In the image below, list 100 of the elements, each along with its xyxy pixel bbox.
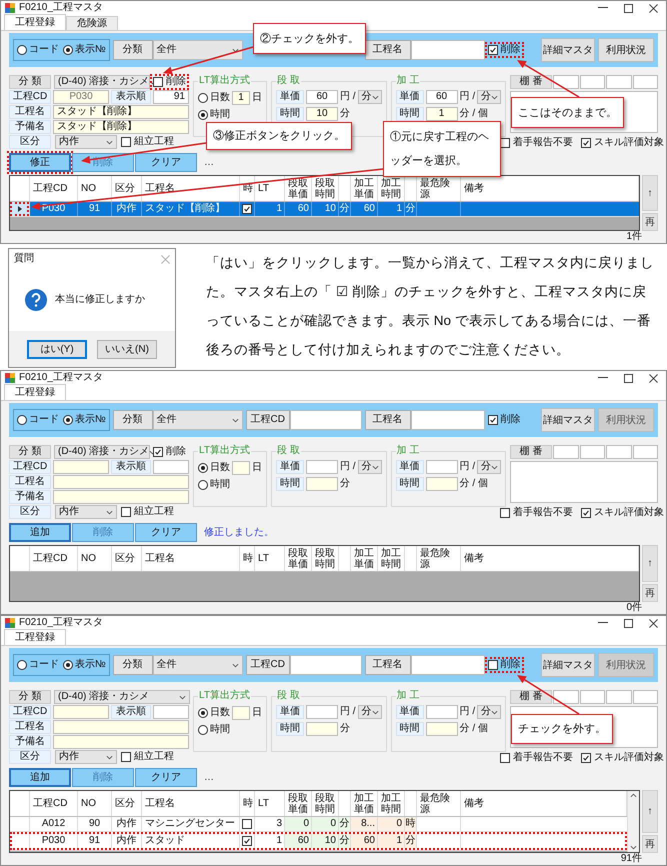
tab[interactable]: 工程登録 xyxy=(4,384,66,400)
input-field[interactable]: 60 xyxy=(306,90,338,104)
input-field[interactable] xyxy=(53,460,109,474)
checkbox[interactable] xyxy=(153,447,163,457)
side-button[interactable]: 再 xyxy=(642,584,658,602)
minimize-icon[interactable] xyxy=(598,7,608,9)
input-field[interactable]: スタッド【削除】 xyxy=(53,120,189,134)
input-field[interactable] xyxy=(306,722,338,736)
checkbox[interactable] xyxy=(500,753,510,763)
input-field[interactable] xyxy=(580,690,606,704)
checkbox[interactable] xyxy=(121,137,131,147)
input-field[interactable] xyxy=(306,460,338,474)
checkbox[interactable] xyxy=(242,204,252,214)
tab[interactable]: 危険源 xyxy=(66,16,118,30)
dropdown[interactable]: 分 xyxy=(358,90,382,104)
input-field[interactable] xyxy=(426,477,458,491)
tab[interactable]: 工程登録 xyxy=(4,14,66,30)
input-field[interactable] xyxy=(410,655,485,675)
checkbox[interactable] xyxy=(121,752,131,762)
side-button[interactable]: ↑ xyxy=(642,175,658,211)
input-field[interactable] xyxy=(632,445,658,459)
memo-field[interactable] xyxy=(510,461,658,503)
side-button[interactable]: 再 xyxy=(642,835,658,853)
input-field[interactable]: P030 xyxy=(53,90,109,104)
radio-button[interactable] xyxy=(198,480,208,490)
input-field[interactable] xyxy=(290,655,362,675)
dropdown[interactable]: 分 xyxy=(358,705,382,719)
input-field[interactable] xyxy=(580,75,606,89)
radio-button[interactable] xyxy=(198,725,208,735)
checkbox[interactable] xyxy=(242,836,252,846)
close-icon[interactable] xyxy=(649,374,658,382)
input-field[interactable] xyxy=(53,475,189,489)
dropdown[interactable]: 内作 xyxy=(55,135,117,149)
input-field[interactable] xyxy=(426,460,458,474)
dropdown[interactable]: 全件 xyxy=(152,410,243,430)
input-field[interactable] xyxy=(606,690,632,704)
input-field[interactable] xyxy=(410,410,485,430)
tab[interactable]: 工程登録 xyxy=(4,629,66,645)
input-field[interactable]: スタッド【削除】 xyxy=(53,105,189,119)
dropdown[interactable]: 分 xyxy=(477,460,502,474)
input-field[interactable] xyxy=(53,705,109,719)
input-field[interactable] xyxy=(426,705,458,719)
dialog-button[interactable]: いいえ(N) xyxy=(97,340,157,358)
action-button[interactable]: 修正 xyxy=(9,152,71,172)
action-button[interactable]: クリア xyxy=(135,768,197,786)
dropdown[interactable]: 分 xyxy=(477,705,502,719)
input-field[interactable] xyxy=(290,410,362,430)
checkbox[interactable] xyxy=(500,138,510,148)
close-icon[interactable] xyxy=(649,4,658,12)
minimize-icon[interactable] xyxy=(598,377,608,379)
input-field[interactable] xyxy=(606,445,632,459)
input-field[interactable] xyxy=(306,705,338,719)
input-field[interactable] xyxy=(306,477,338,491)
input-field[interactable]: 1 xyxy=(426,107,458,121)
dialog-button[interactable]: はい(Y) xyxy=(27,340,87,358)
side-button[interactable]: ↑ xyxy=(642,545,658,582)
maximize-icon[interactable] xyxy=(624,4,633,12)
input-field[interactable] xyxy=(53,720,189,734)
checkbox[interactable] xyxy=(488,415,498,425)
dropdown[interactable]: (D-40) 溶接・カシメ xyxy=(54,690,190,704)
radio-button[interactable] xyxy=(198,463,208,473)
input-field[interactable] xyxy=(553,445,579,459)
toolbar-button[interactable]: 詳細マスタ xyxy=(541,653,595,677)
checkbox[interactable] xyxy=(500,508,510,518)
input-field[interactable] xyxy=(632,75,658,89)
input-field[interactable] xyxy=(553,75,579,89)
input-field[interactable] xyxy=(632,690,658,704)
table-row[interactable]: A012 90 内作 マシニングセンター 3 0 0 分 8... 0 時 xyxy=(10,817,627,832)
input-field[interactable] xyxy=(606,75,632,89)
checkbox[interactable] xyxy=(581,508,592,518)
checkbox[interactable] xyxy=(121,507,131,517)
side-button[interactable]: ↑ xyxy=(642,790,658,833)
input-field[interactable]: 91 xyxy=(153,90,189,104)
input-field[interactable] xyxy=(153,460,189,474)
scroll-down-icon[interactable] xyxy=(630,845,637,850)
maximize-icon[interactable] xyxy=(624,618,633,628)
dropdown[interactable]: (D-40) 溶接・カシメ xyxy=(54,445,150,459)
input-field[interactable] xyxy=(53,735,189,749)
radio-button[interactable] xyxy=(198,93,208,103)
scroll-up-icon[interactable] xyxy=(630,793,637,798)
maximize-icon[interactable] xyxy=(624,374,633,382)
input-field[interactable] xyxy=(580,445,606,459)
action-button[interactable]: 追加 xyxy=(9,768,71,786)
table-row[interactable]: P030 91 内作 スタッド 1 60 10 分 60 1 分 xyxy=(10,832,627,851)
dropdown[interactable]: (D-40) 溶接・カシメ xyxy=(54,75,150,89)
minimize-icon[interactable] xyxy=(598,622,608,624)
radio-button[interactable] xyxy=(63,660,73,670)
checkbox[interactable] xyxy=(581,138,592,148)
input-field[interactable]: 60 xyxy=(426,90,458,104)
radio-button[interactable] xyxy=(17,415,27,425)
dropdown[interactable]: 内作 xyxy=(55,505,117,519)
scrollbar[interactable] xyxy=(627,791,639,852)
side-button[interactable]: 再 xyxy=(642,213,658,231)
action-button[interactable]: クリア xyxy=(135,152,197,172)
radio-button[interactable] xyxy=(198,708,208,718)
radio-button[interactable] xyxy=(17,660,27,670)
dropdown[interactable]: 分 xyxy=(358,460,382,474)
checkbox[interactable] xyxy=(242,819,252,829)
toolbar-button[interactable]: 詳細マスタ xyxy=(541,408,595,432)
checkbox[interactable] xyxy=(581,753,592,763)
